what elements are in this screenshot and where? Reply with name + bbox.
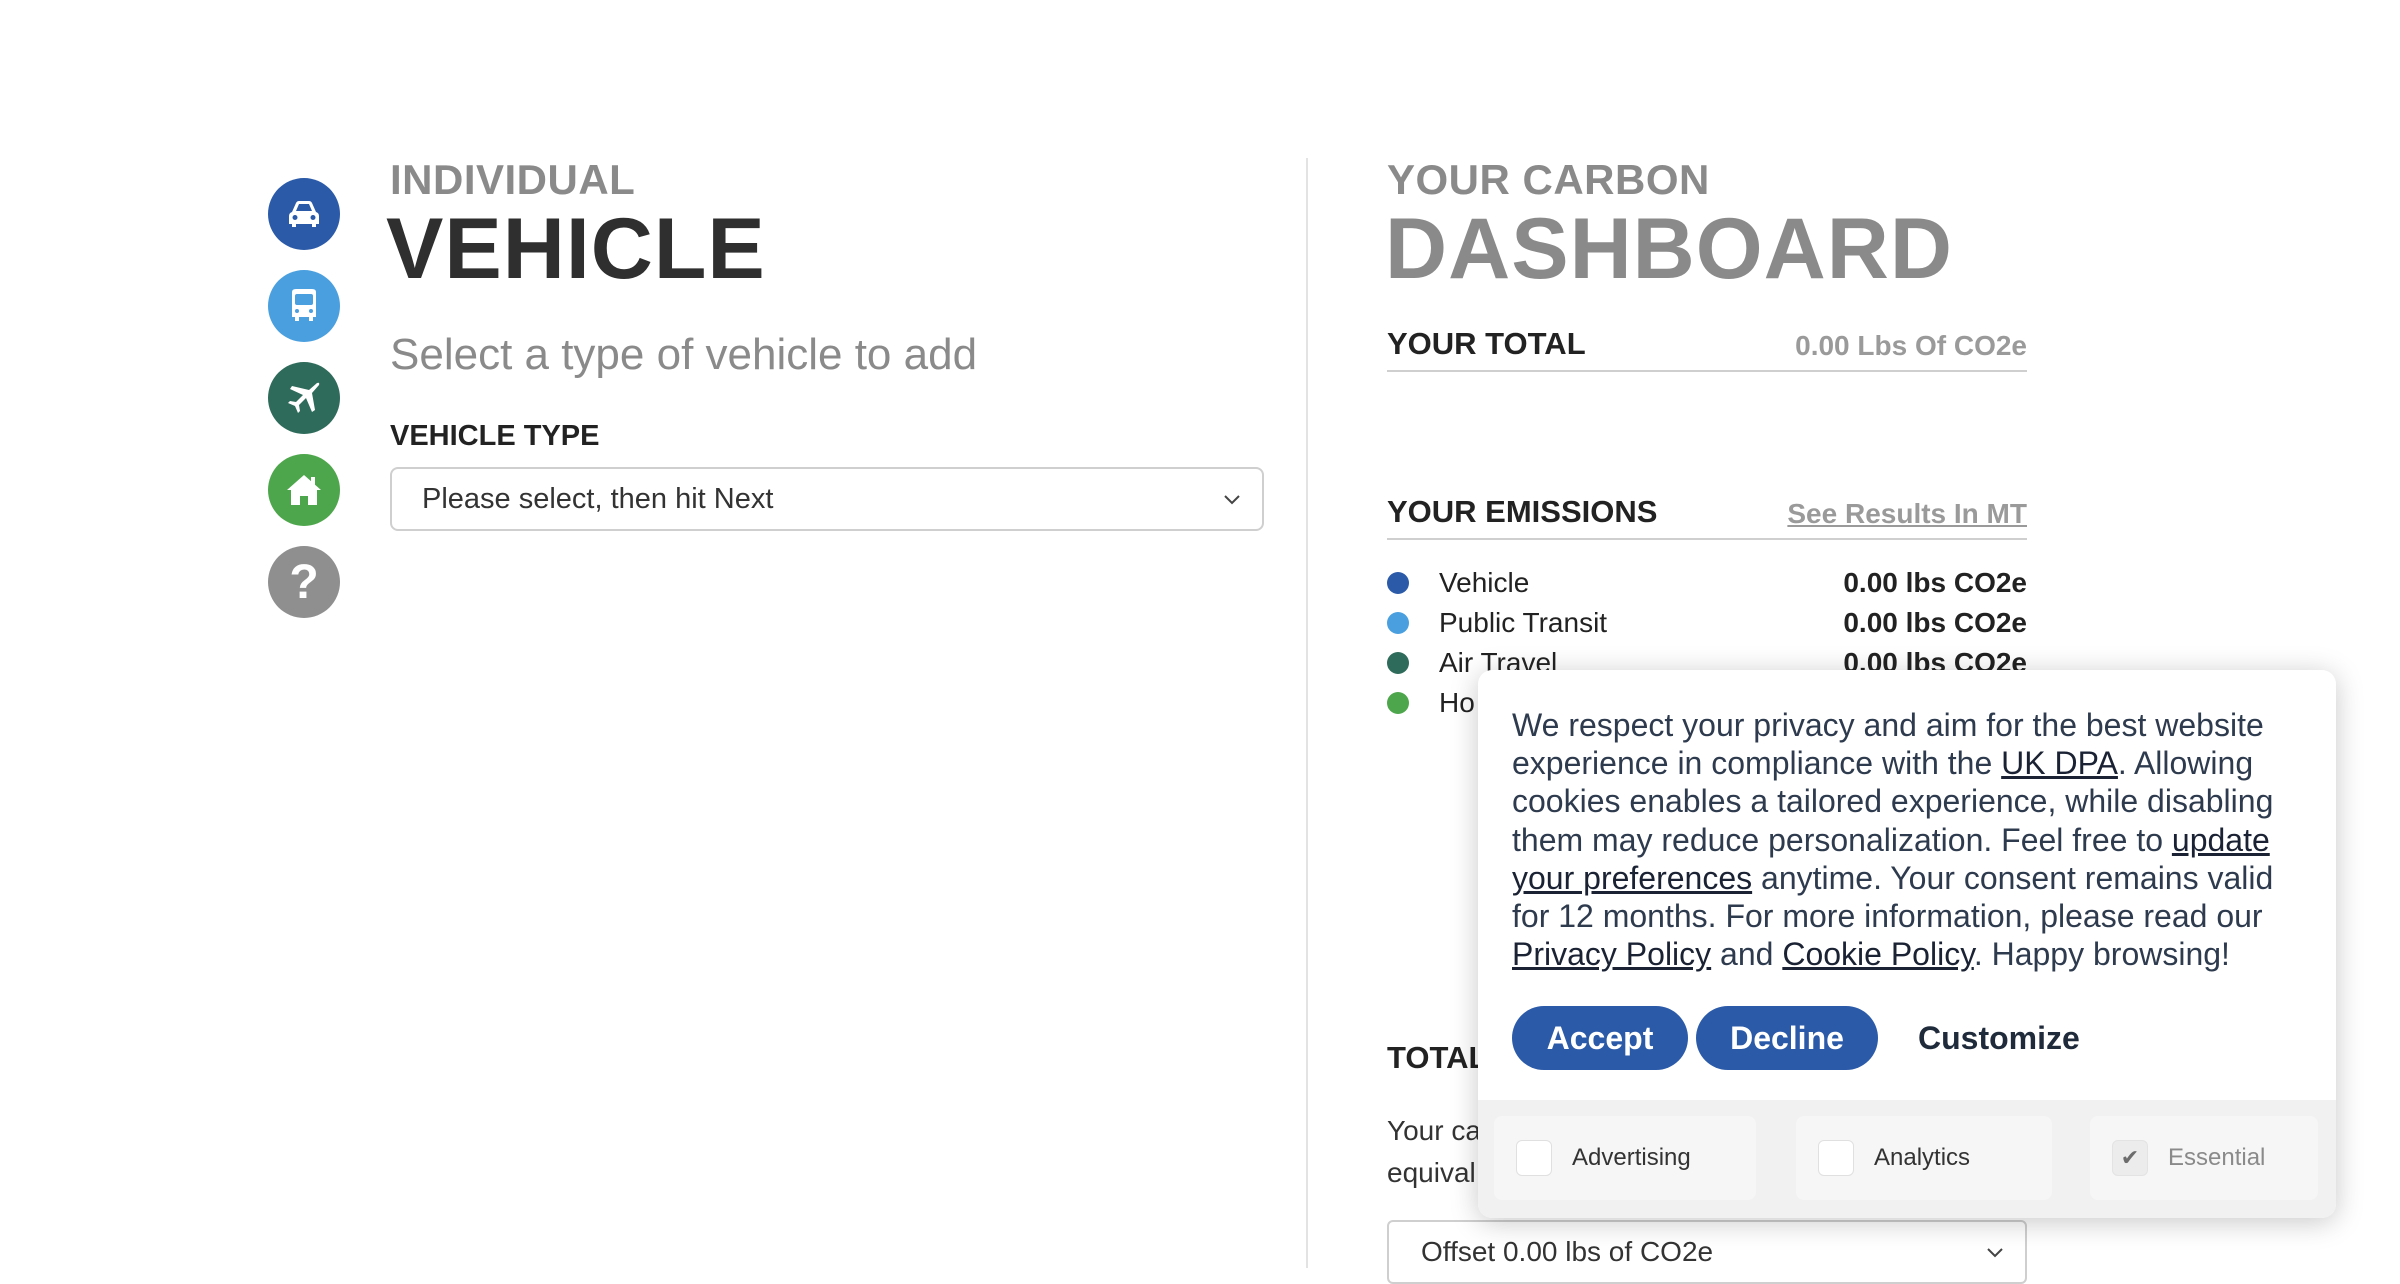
your-total-label: YOUR TOTAL xyxy=(1387,326,1586,361)
cookie-message: We respect your privacy and aim for the … xyxy=(1512,706,2312,973)
emission-label: Ho xyxy=(1439,687,1475,718)
airplane-icon xyxy=(288,382,320,413)
car-icon xyxy=(289,201,319,227)
form-subtitle: INDIVIDUAL xyxy=(390,156,636,203)
bus-icon xyxy=(292,289,316,321)
your-total-value: 0.00 Lbs Of CO2e xyxy=(1795,330,2027,361)
vehicle-type-label: VEHICLE TYPE xyxy=(390,420,600,452)
checkmark-icon: ✔ xyxy=(2120,1145,2140,1170)
column-divider xyxy=(1306,158,1308,1268)
form-title: VEHICLE xyxy=(386,201,766,297)
legend-dot xyxy=(1387,692,1409,714)
emission-item-transit: Public Transit 0.00 lbs CO2e xyxy=(1387,603,2027,643)
total-text-line: Your ca xyxy=(1387,1115,1481,1146)
advertising-option[interactable]: Advertising xyxy=(1494,1116,1756,1200)
vehicle-type-value: Please select, then hit Next xyxy=(422,482,774,515)
help-button[interactable]: ? xyxy=(268,546,340,618)
emission-value: 0.00 lbs CO2e xyxy=(1843,567,2027,598)
analytics-checkbox[interactable] xyxy=(1818,1140,1854,1176)
analytics-label: Analytics xyxy=(1874,1144,1971,1171)
advertising-checkbox[interactable] xyxy=(1516,1140,1552,1176)
vehicle-category-button[interactable] xyxy=(268,178,340,250)
legend-dot xyxy=(1387,612,1409,634)
cookie-text-part: and xyxy=(1711,936,1783,973)
help-icon: ? xyxy=(289,555,319,609)
emission-label: Public Transit xyxy=(1439,607,1608,638)
air-travel-category-button[interactable] xyxy=(268,362,340,434)
chevron-down-icon xyxy=(1987,1248,2003,1258)
advertising-label: Advertising xyxy=(1572,1144,1691,1171)
dashboard-title: DASHBOARD xyxy=(1385,201,1953,297)
your-emissions-label: YOUR EMISSIONS xyxy=(1387,494,1658,529)
total-text-line: equival xyxy=(1387,1157,1476,1188)
total-section-text: Your ca equival xyxy=(1387,1110,1481,1194)
essential-label: Essential xyxy=(2168,1144,2266,1171)
emission-label: Vehicle xyxy=(1439,567,1530,598)
dashboard-subtitle: YOUR CARBON xyxy=(1387,156,1710,203)
accept-button[interactable]: Accept xyxy=(1512,1006,1688,1070)
cookie-policy-link[interactable]: Cookie Policy xyxy=(1782,936,1973,972)
cookie-consent-dialog: We respect your privacy and aim for the … xyxy=(1478,670,2336,1218)
form-prompt: Select a type of vehicle to add xyxy=(390,330,978,379)
offset-value: Offset 0.00 lbs of CO2e xyxy=(1421,1236,1714,1267)
offset-select[interactable]: Offset 0.00 lbs of CO2e xyxy=(1387,1220,2027,1284)
legend-dot xyxy=(1387,572,1409,594)
uk-dpa-link[interactable]: UK DPA xyxy=(2001,745,2118,781)
cookie-text-part: . Happy browsing! xyxy=(1973,936,2230,973)
cookie-options-bar: Advertising Analytics ✔ Essential xyxy=(1478,1100,2336,1218)
total-section-label: TOTAL xyxy=(1387,1040,1488,1075)
legend-dot xyxy=(1387,652,1409,674)
vehicle-type-select[interactable]: Please select, then hit Next xyxy=(390,467,1264,531)
privacy-policy-link[interactable]: Privacy Policy xyxy=(1512,936,1711,972)
your-emissions-row: YOUR EMISSIONS See Results In MT xyxy=(1387,490,2027,540)
see-results-link[interactable]: See Results In MT xyxy=(1787,498,2027,530)
emission-value: 0.00 lbs CO2e xyxy=(1843,607,2027,638)
analytics-option[interactable]: Analytics xyxy=(1796,1116,2052,1200)
essential-checkbox: ✔ xyxy=(2112,1140,2148,1176)
decline-button[interactable]: Decline xyxy=(1696,1006,1878,1070)
transit-category-button[interactable] xyxy=(268,270,340,342)
chevron-down-icon xyxy=(1224,495,1240,505)
home-icon xyxy=(287,475,321,505)
home-category-button[interactable] xyxy=(268,454,340,526)
essential-option: ✔ Essential xyxy=(2090,1116,2318,1200)
customize-button[interactable]: Customize xyxy=(1918,1006,2080,1070)
emission-item-vehicle: Vehicle 0.00 lbs CO2e xyxy=(1387,563,2027,603)
your-total-row: YOUR TOTAL 0.00 Lbs Of CO2e xyxy=(1387,322,2027,372)
